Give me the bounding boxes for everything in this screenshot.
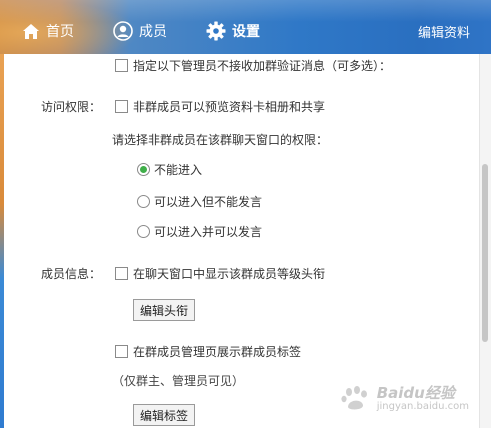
group-settings-window: 首页 成员 设置 编辑资料 指定以下管理员不接收加群验证消息（可多选）： 访问权… xyxy=(0,0,491,428)
nav-home-tab[interactable]: 首页 xyxy=(22,19,74,43)
access-section-label: 访问权限： xyxy=(41,100,102,114)
nav-settings-label: 设置 xyxy=(232,24,260,40)
radio-label-no-entry: 不能进入 xyxy=(154,163,203,177)
nonmember-preview-row[interactable]: 非群成员可以预览资料卡相册和共享 xyxy=(115,98,325,115)
home-icon xyxy=(22,23,40,40)
user-icon xyxy=(113,21,133,41)
settings-content: 指定以下管理员不接收加群验证消息（可多选）： 访问权限： 非群成员可以预览资料卡… xyxy=(4,54,480,428)
admin-no-verify-label: 指定以下管理员不接收加群验证消息（可多选）： xyxy=(133,59,392,73)
edit-title-button[interactable]: 编辑头衔 xyxy=(133,299,196,321)
radio-option-enter-no-speak[interactable]: 可以进入但不能发言 xyxy=(137,193,262,210)
nonmember-preview-label: 非群成员可以预览资料卡相册和共享 xyxy=(133,100,326,114)
paw-logo-icon xyxy=(341,386,367,410)
nonmember-chat-prompt: 请选择非群成员在该群聊天窗口的权限： xyxy=(112,133,329,147)
nav-members-tab[interactable]: 成员 xyxy=(113,19,167,43)
show-level-title-checkbox[interactable] xyxy=(115,267,128,280)
radio-button-enter-no-speak[interactable] xyxy=(137,195,150,208)
tags-visibility-note: （仅群主、管理员可见） xyxy=(112,374,245,388)
radio-option-no-entry[interactable]: 不能进入 xyxy=(137,161,202,178)
scrollbar-thumb[interactable] xyxy=(482,164,488,342)
radio-label-enter-and-speak: 可以进入并可以发言 xyxy=(154,225,263,239)
edit-profile-link[interactable]: 编辑资料 xyxy=(418,19,470,43)
nonmember-preview-checkbox[interactable] xyxy=(115,100,128,113)
radio-button-no-entry[interactable] xyxy=(137,163,150,176)
show-level-title-row[interactable]: 在聊天窗口中显示该群成员等级头衔 xyxy=(115,265,325,282)
radio-button-enter-and-speak[interactable] xyxy=(137,225,150,238)
edit-profile-label: 编辑资料 xyxy=(418,25,471,41)
nav-members-label: 成员 xyxy=(139,24,167,40)
nav-settings-tab[interactable]: 设置 xyxy=(206,19,260,43)
radio-option-enter-and-speak[interactable]: 可以进入并可以发言 xyxy=(137,223,262,240)
radio-label-enter-no-speak: 可以进入但不能发言 xyxy=(154,195,263,209)
watermark-brand: Baidu经验 xyxy=(376,383,455,402)
show-member-tags-checkbox[interactable] xyxy=(115,345,128,358)
baidu-watermark: Baidu经验 jingyan.baidu.com xyxy=(339,383,469,412)
top-navigation-bar: 首页 成员 设置 编辑资料 xyxy=(0,0,491,54)
nav-home-label: 首页 xyxy=(46,24,74,40)
show-level-title-label: 在聊天窗口中显示该群成员等级头衔 xyxy=(133,267,326,281)
admin-no-verify-row[interactable]: 指定以下管理员不接收加群验证消息（可多选）： xyxy=(115,57,391,74)
edit-tags-button[interactable]: 编辑标签 xyxy=(133,404,196,426)
vertical-scrollbar[interactable] xyxy=(479,54,491,428)
watermark-url: jingyan.baidu.com xyxy=(376,401,469,412)
member-info-section-label: 成员信息： xyxy=(41,267,102,281)
show-member-tags-row[interactable]: 在群成员管理页展示群成员标签 xyxy=(115,343,301,360)
show-member-tags-label: 在群成员管理页展示群成员标签 xyxy=(133,345,302,359)
admin-no-verify-checkbox[interactable] xyxy=(115,59,128,72)
gear-icon xyxy=(206,21,226,41)
